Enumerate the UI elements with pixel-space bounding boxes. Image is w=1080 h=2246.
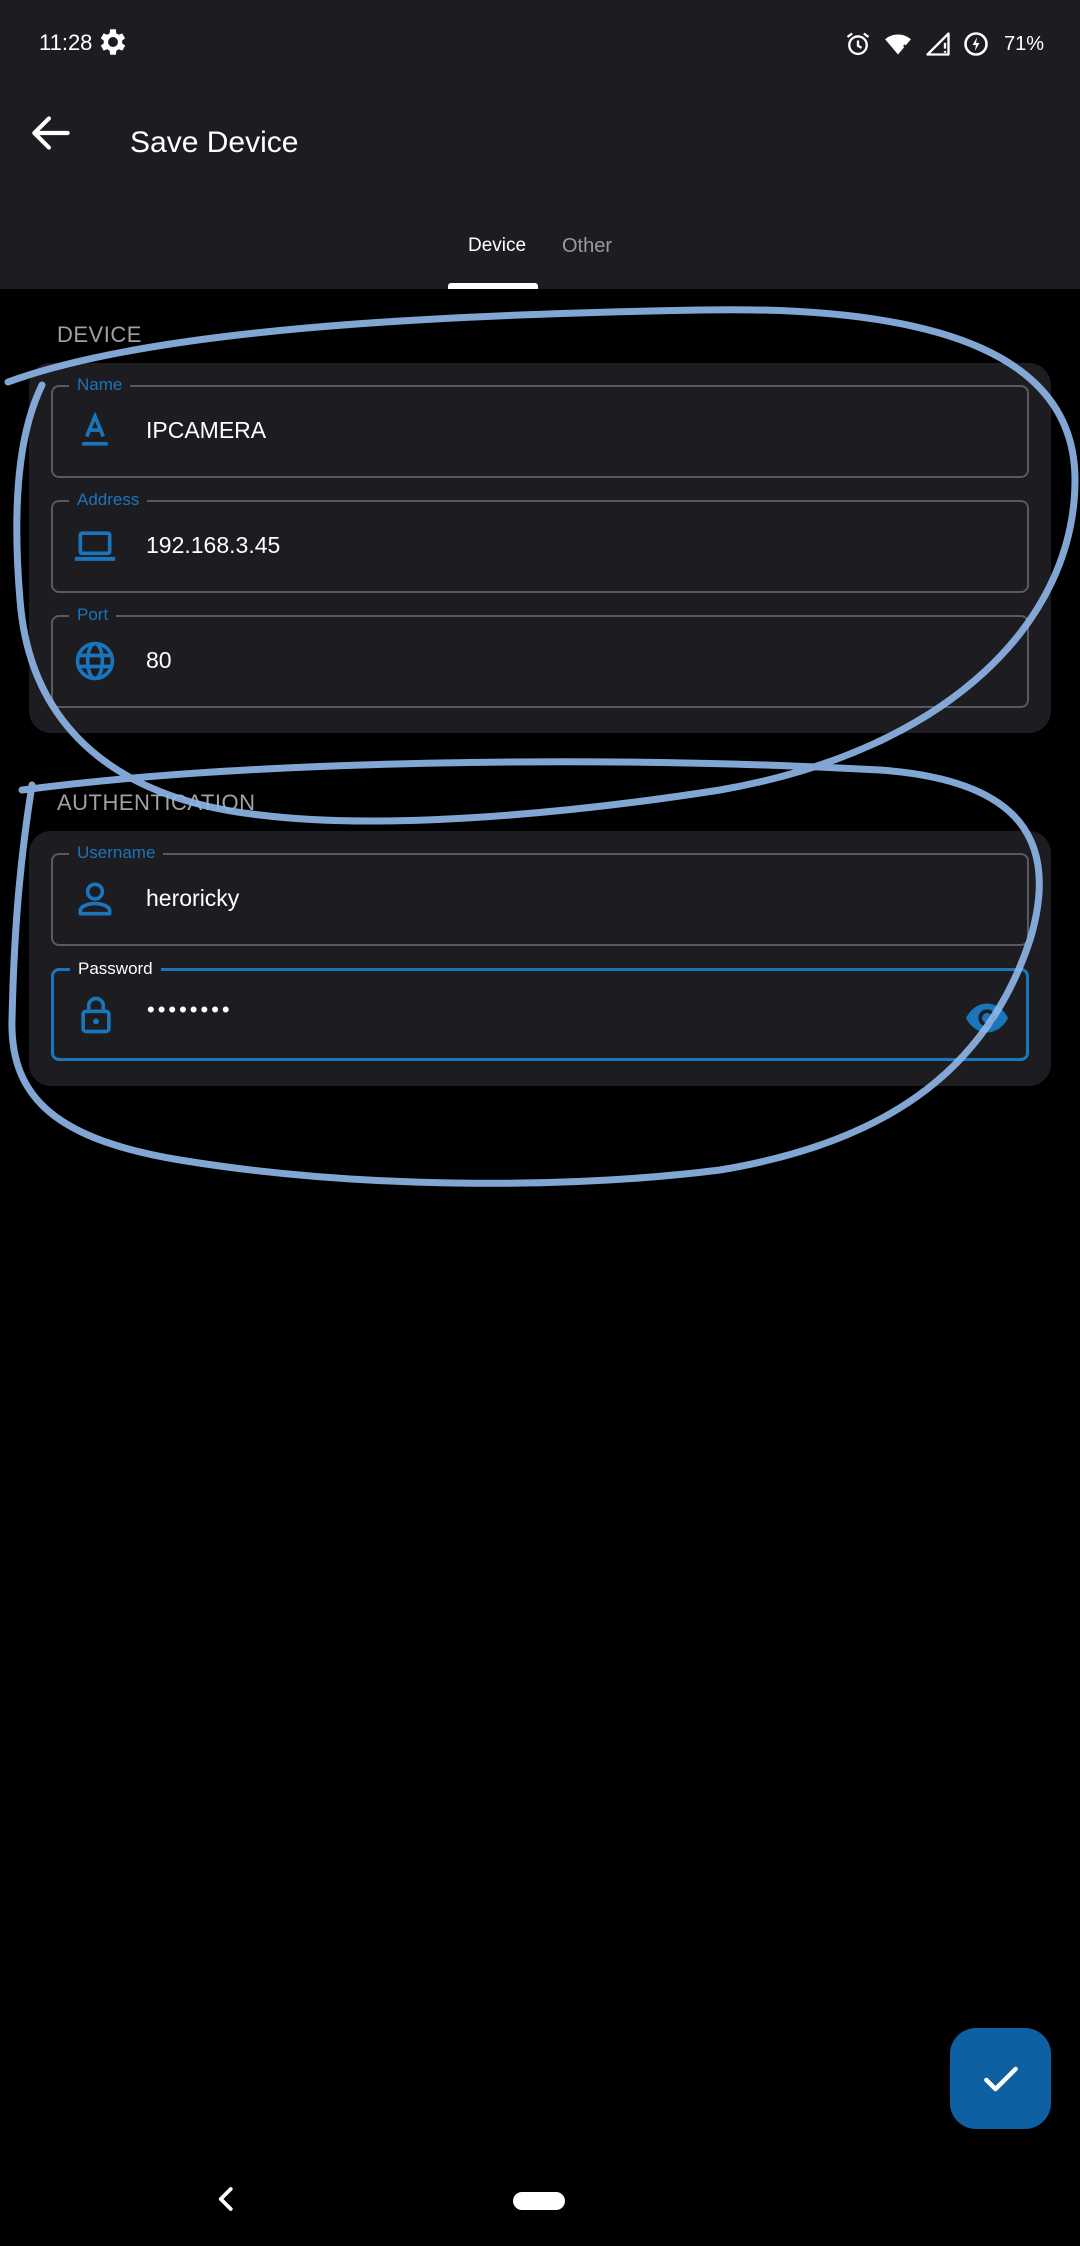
battery-saver-icon xyxy=(964,32,988,56)
address-field[interactable]: Address 192.168.3.45 xyxy=(51,488,1029,593)
arrow-left-icon[interactable] xyxy=(26,108,76,158)
screen: 11:28 71% Save Device Device Other DEVIC… xyxy=(0,0,1080,2246)
name-field-label: Name xyxy=(69,373,131,397)
address-field-label: Address xyxy=(69,488,148,512)
globe-icon xyxy=(75,641,115,681)
username-field-value: heroricky xyxy=(146,885,240,911)
wifi-icon xyxy=(885,34,911,55)
tab-indicator xyxy=(448,283,538,289)
signal-icon xyxy=(926,32,950,56)
name-field[interactable]: Name IPCAMERA xyxy=(51,373,1029,478)
address-field-value: 192.168.3.45 xyxy=(146,532,281,558)
port-field-value: 80 xyxy=(146,647,172,673)
port-field-label: Port xyxy=(69,603,117,627)
username-field-label: Username xyxy=(69,841,164,865)
alarm-icon xyxy=(846,32,870,56)
status-time: 11:28 xyxy=(39,30,93,55)
eye-icon[interactable] xyxy=(964,995,1010,1041)
port-field[interactable]: Port 80 xyxy=(51,603,1029,708)
password-field-label: Password xyxy=(70,957,161,981)
battery-percent: 71% xyxy=(1003,32,1044,55)
tab-bar: Device Other xyxy=(450,225,650,289)
tab-other[interactable]: Other xyxy=(562,235,612,258)
section-label-device: DEVICE xyxy=(57,322,142,347)
check-icon xyxy=(983,2066,1018,2091)
tab-device[interactable]: Device xyxy=(468,235,526,257)
password-field-value: •••••••• xyxy=(147,997,233,1022)
section-label-authentication: AUTHENTICATION xyxy=(57,790,256,815)
name-field-value: IPCAMERA xyxy=(146,417,267,443)
laptop-icon xyxy=(74,531,116,561)
lock-icon xyxy=(81,996,111,1034)
page-title: Save Device xyxy=(130,126,299,159)
nav-back-icon[interactable] xyxy=(212,2184,242,2214)
authentication-card: Username heroricky Password •••••••• xyxy=(29,831,1051,1086)
text-format-icon xyxy=(82,411,108,446)
annotation-scribble xyxy=(4,306,1079,1187)
password-field[interactable]: Password •••••••• xyxy=(51,957,1029,1061)
status-icons: 71% xyxy=(844,24,1044,64)
device-card: Name IPCAMERA Address 192.168.3.45 Port … xyxy=(29,363,1051,733)
person-icon xyxy=(78,882,112,916)
app-bar: 11:28 71% Save Device Device Other xyxy=(0,0,1080,289)
gear-icon xyxy=(100,29,126,55)
nav-home-pill[interactable] xyxy=(513,2192,565,2210)
username-field[interactable]: Username heroricky xyxy=(51,841,1029,946)
save-fab-button[interactable] xyxy=(950,2028,1051,2129)
